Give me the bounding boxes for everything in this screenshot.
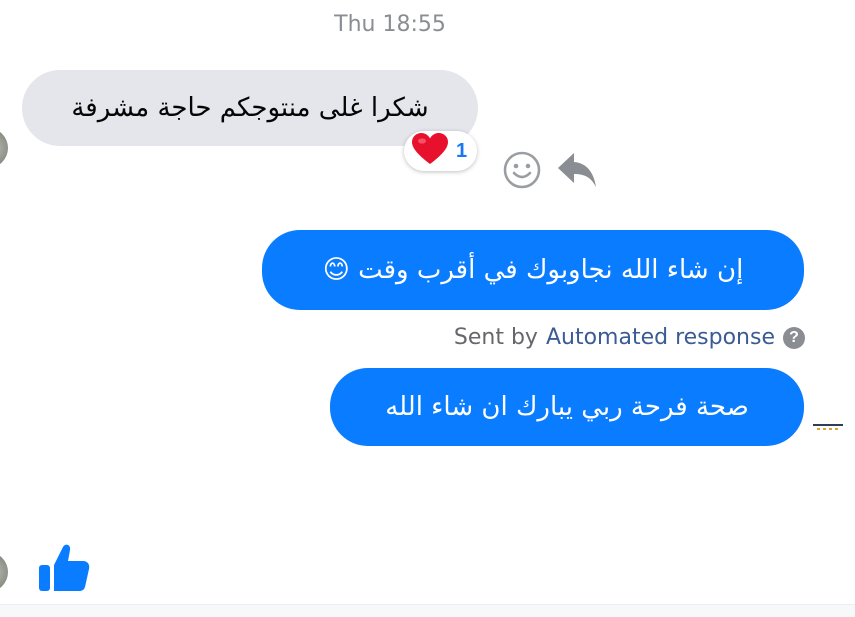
sent-by-label: Sent by Automated response ? (454, 325, 805, 350)
outgoing-message-bubble[interactable]: صحة فرحة ربي يبارك ان شاء الله (330, 368, 804, 446)
message-text: شكرا غلى منتوجكم حاجة مشرفة (71, 92, 429, 123)
message-text: صحة فرحة ربي يبارك ان شاء الله (385, 391, 749, 422)
message-reaction[interactable]: 1 (404, 131, 478, 171)
heart-icon (412, 133, 448, 169)
sender-avatar[interactable] (0, 128, 8, 168)
reply-arrow-icon[interactable] (556, 150, 598, 190)
thumbs-up-icon[interactable] (36, 540, 92, 596)
reaction-count: 1 (456, 139, 468, 162)
outgoing-message-bubble[interactable]: إن شاء الله نجاوبوك في أقرب وقت 😊 (262, 230, 804, 310)
sender-avatar[interactable] (0, 552, 8, 592)
message-text: إن شاء الله نجاوبوك في أقرب وقت 😊 (322, 254, 744, 285)
sent-by-prefix: Sent by (453, 325, 538, 350)
question-mark-icon[interactable]: ? (783, 326, 805, 349)
chat-thread: Thu 18:55 شكرا غلى منتوجكم حاجة مشرفة 1 … (0, 0, 855, 617)
message-timestamp: Thu 18:55 (334, 12, 446, 37)
incoming-message-bubble[interactable]: شكرا غلى منتوجكم حاجة مشرفة (22, 70, 478, 146)
smiley-icon[interactable] (502, 150, 542, 190)
seen-by-avatar (813, 418, 843, 430)
automated-response-link[interactable]: Automated response (546, 325, 775, 350)
composer-edge (0, 604, 855, 617)
